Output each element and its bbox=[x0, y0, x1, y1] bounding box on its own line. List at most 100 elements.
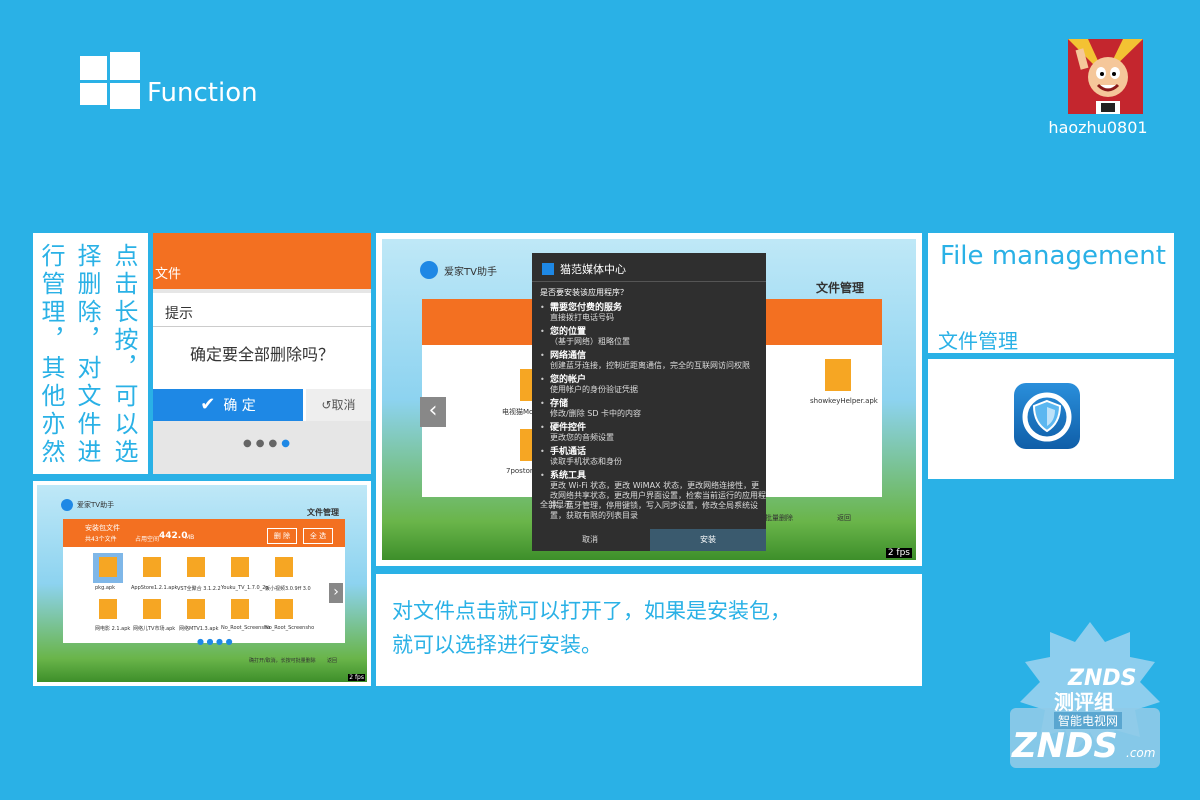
caption-box: 对文件点击就可以打开了，如果是安装包， 就可以选择进行安装。 bbox=[376, 574, 922, 686]
avatar[interactable] bbox=[1068, 39, 1143, 114]
caption-line-1: 对文件点击就可以打开了，如果是安装包， bbox=[392, 599, 791, 623]
confirm-label: 确 定 bbox=[223, 398, 256, 414]
dialog-message: 确定要全部删除吗？ bbox=[189, 345, 334, 364]
note-column-1: 点击长按，可以选 bbox=[110, 243, 138, 467]
fps-counter: 2 fps bbox=[885, 548, 912, 558]
note-column-2: 择删除，对文件进 bbox=[73, 243, 101, 467]
cancel-button[interactable]: ↺取消 bbox=[306, 389, 371, 421]
page-dots: ●●●● bbox=[243, 438, 294, 449]
file-name: No_Root_Screensho bbox=[265, 625, 315, 631]
tv-screen: 爱家TV助手 文件管理 安装包文件 共43个文件 占用空间 442.0 MB 删… bbox=[37, 485, 367, 682]
file-name: showkeyHelper.apk bbox=[810, 397, 878, 405]
used-label: 占用空间 bbox=[135, 536, 160, 543]
instruction-note: 点击长按，可以选 择删除，对文件进 行管理，其他亦然 bbox=[33, 233, 148, 474]
install-dialog: 猫范媒体中心 是否要安装该应用程序？ 需要您付费的服务直接拨打电话号码 您的位置… bbox=[532, 253, 766, 551]
file-icon[interactable] bbox=[231, 599, 249, 619]
file-name: 网络MTV1.3.apk bbox=[179, 626, 219, 632]
cancel-label: 取消 bbox=[331, 398, 356, 412]
file-icon[interactable] bbox=[275, 557, 293, 577]
file-icon[interactable] bbox=[143, 599, 161, 619]
delete-button[interactable]: 删 除 bbox=[267, 528, 297, 544]
windows-logo-icon bbox=[80, 52, 140, 109]
app-icon bbox=[542, 263, 554, 275]
delete-dialog-screenshot: 文件 提示 确定要全部删除吗？ ✔ 确 定 ↺取消 ●●●● bbox=[153, 233, 371, 474]
username[interactable]: haozhu0801 bbox=[1038, 118, 1158, 137]
used-space: 442.0 bbox=[159, 531, 188, 541]
prev-arrow-icon[interactable]: ‹ bbox=[420, 397, 446, 427]
file-icon[interactable] bbox=[187, 599, 205, 619]
confirm-dialog: 提示 确定要全部删除吗？ ✔ 确 定 ↺取消 bbox=[153, 293, 371, 421]
file-icon[interactable] bbox=[825, 359, 851, 391]
back-label[interactable]: 返回 bbox=[327, 657, 337, 664]
app-icon-tile[interactable] bbox=[928, 359, 1174, 479]
permission-item: 系统工具更改 Wi-Fi 状态，更改 WiMAX 状态，更改网络连接性，更改网络… bbox=[540, 471, 766, 521]
orange-header: 文件 bbox=[153, 233, 371, 289]
file-name: 网络儿TV市场.apk bbox=[133, 626, 176, 632]
dialog-title: 提示 bbox=[165, 306, 193, 322]
install-question: 是否要安装该应用程序？ bbox=[540, 288, 628, 297]
app-name: 爱家TV助手 bbox=[77, 501, 115, 509]
install-screenshot: 爱家TV助手 文件管理 安装 电视猫MoreTV_通用 7postorc_3.0… bbox=[376, 233, 922, 566]
confirm-button[interactable]: ✔ 确 定 bbox=[153, 389, 303, 421]
fps-counter: 2 fps bbox=[348, 674, 365, 681]
file-name: 饭小视频3.0.9ff 3.0 bbox=[265, 586, 311, 592]
file-name: No_Root_Screensho bbox=[221, 625, 271, 631]
permission-item: 存储修改/删除 SD 卡中的内容 bbox=[540, 399, 766, 419]
caption-line-2: 就可以选择进行安装。 bbox=[392, 633, 602, 657]
permission-item: 您的位置（基于网络）粗略位置 bbox=[540, 327, 766, 347]
section-subtitle: 文件管理 bbox=[938, 329, 1018, 353]
used-unit: MB bbox=[185, 534, 195, 541]
back-label[interactable]: 返回 bbox=[837, 513, 851, 523]
file-name: AppStore1.2.1.apk bbox=[131, 585, 178, 591]
tv-screen: 爱家TV助手 文件管理 安装 电视猫MoreTV_通用 7postorc_3.0… bbox=[382, 239, 916, 560]
file-name: 网电影 2.1.apk bbox=[95, 626, 131, 632]
znds-watermark: ZNDS 测评组 智能电视网 ZNDS .com bbox=[990, 612, 1190, 792]
permission-item: 网络通信创建蓝牙连接，控制近距离通信，完全的互联网访问权限 bbox=[540, 351, 766, 371]
install-button[interactable]: 安装 bbox=[650, 529, 766, 551]
file-name: pkg.apk bbox=[95, 585, 115, 591]
permission-item: 需要您付费的服务直接拨打电话号码 bbox=[540, 303, 766, 323]
card-header: 安装包文件 共43个文件 占用空间 442.0 MB 删 除 全 选 bbox=[63, 519, 345, 547]
section-title: File management bbox=[940, 241, 1166, 271]
file-icon[interactable] bbox=[231, 557, 249, 577]
file-card: 安装包文件 共43个文件 占用空间 442.0 MB 删 除 全 选 pkg.a… bbox=[63, 519, 345, 643]
header-text: 文件 bbox=[155, 267, 182, 282]
shield-app-icon[interactable] bbox=[1014, 383, 1080, 449]
file-name: Youku_TV_1.7.0_2p bbox=[221, 585, 269, 591]
undo-icon: ↺ bbox=[321, 398, 332, 412]
folder-title: 安装包文件 bbox=[85, 524, 120, 532]
title-tile: File management 文件管理 bbox=[928, 233, 1174, 353]
bottom-hint: 确打开/取消，长按可批量删除 bbox=[249, 658, 316, 664]
next-arrow-icon[interactable]: › bbox=[329, 583, 343, 603]
cancel-button[interactable]: 取消 bbox=[532, 529, 648, 551]
permission-list: 需要您付费的服务直接拨打电话号码 您的位置（基于网络）粗略位置 网络通信创建蓝牙… bbox=[532, 303, 766, 525]
permission-item: 您的帐户使用帐户的身份验证凭据 bbox=[540, 375, 766, 395]
app-logo-icon bbox=[61, 499, 73, 511]
file-icon[interactable] bbox=[143, 557, 161, 577]
file-icon[interactable] bbox=[275, 599, 293, 619]
note-column-3: 行管理，其他亦然 bbox=[37, 243, 65, 467]
show-all[interactable]: 全部显示 bbox=[540, 499, 572, 510]
watermark-suffix: .com bbox=[1126, 746, 1156, 760]
divider bbox=[153, 326, 371, 327]
file-name: VST全聚合 3.1.2.2 bbox=[177, 586, 221, 592]
file-count: 共43个文件 bbox=[85, 536, 117, 543]
files-screenshot: 爱家TV助手 文件管理 安装包文件 共43个文件 占用空间 442.0 MB 删… bbox=[33, 481, 371, 686]
chevron-down-icon[interactable]: ⌄ bbox=[736, 497, 744, 507]
dialog-title: 猫范媒体中心 bbox=[560, 263, 626, 276]
page-title: 文件管理 bbox=[307, 508, 339, 517]
divider bbox=[532, 281, 766, 282]
file-icon[interactable] bbox=[99, 599, 117, 619]
file-icon[interactable] bbox=[99, 557, 117, 577]
app-logo-icon bbox=[420, 261, 438, 279]
permission-item: 手机通话读取手机状态和身份 bbox=[540, 447, 766, 467]
select-all-button[interactable]: 全 选 bbox=[303, 528, 333, 544]
watermark-brand: ZNDS bbox=[1012, 726, 1118, 766]
watermark-group: 测评组 bbox=[1054, 690, 1114, 714]
page-title: 文件管理 bbox=[816, 281, 865, 295]
file-grid: pkg.apk AppStore1.2.1.apk VST全聚合 3.1.2.2… bbox=[93, 553, 345, 639]
file-icon[interactable] bbox=[187, 557, 205, 577]
app-name: 爱家TV助手 bbox=[444, 267, 497, 278]
brand-title: Function bbox=[147, 78, 258, 108]
page-dots: ● ● ● ● bbox=[197, 637, 233, 646]
